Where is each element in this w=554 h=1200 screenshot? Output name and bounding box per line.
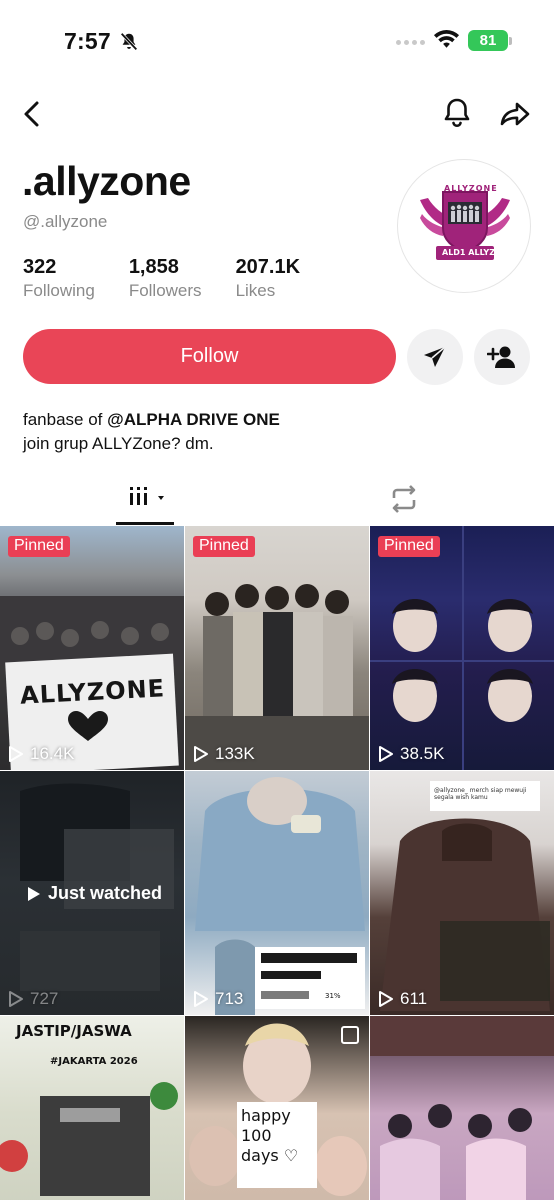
video-tile[interactable]: JASTIP/JASWA #JAKARTA 2026 <box>0 1016 184 1200</box>
video-thumbnail <box>185 584 369 770</box>
status-bar: 7:57 81 <box>0 0 554 84</box>
video-tile[interactable]: ALLYZONE Pinned 16.4K <box>0 526 184 770</box>
tab-active-indicator <box>116 522 174 525</box>
bell-icon[interactable] <box>442 96 472 130</box>
avatar-text-bottom: ALD1 ALLYZ <box>442 248 496 257</box>
play-icon <box>194 746 208 762</box>
follow-button[interactable]: Follow <box>23 329 396 384</box>
profile-username: .allyzone <box>22 158 191 204</box>
add-person-icon <box>487 346 515 368</box>
bell-off-icon <box>120 32 138 51</box>
bio-prefix: fanbase of <box>23 410 108 429</box>
stat-followers-value: 1,858 <box>128 256 179 278</box>
video-thumbnail <box>380 781 550 1011</box>
video-tile[interactable]: happy 100 days ♡ <box>185 1016 369 1200</box>
repost-icon[interactable] <box>388 484 420 514</box>
view-count-text: 611 <box>400 989 428 1008</box>
play-icon <box>9 991 23 1007</box>
play-icon <box>9 746 23 762</box>
grid-icon <box>130 487 164 505</box>
play-icon <box>379 991 393 1007</box>
just-watched-label: Just watched <box>26 883 162 904</box>
profile-bio: fanbase of @ALPHA DRIVE ONE join grup AL… <box>23 408 280 456</box>
back-icon[interactable] <box>18 98 46 130</box>
pinned-badge: Pinned <box>8 536 70 557</box>
profile-handle: @.allyzone <box>23 212 108 231</box>
thumbnail-caption: JASTIP/JASWA <box>16 1022 132 1040</box>
video-tile[interactable]: Pinned 133K <box>185 526 369 770</box>
video-thumbnail <box>195 777 365 1015</box>
play-filled-icon <box>28 886 40 901</box>
video-tile[interactable]: Pinned 38.5K <box>370 526 554 770</box>
video-grid: ALLYZONE Pinned 16.4K Pinned 133K Pinned <box>0 526 554 1200</box>
thumbnail-subcaption: #JAKARTA 2026 <box>50 1056 138 1067</box>
just-watched-text: Just watched <box>48 883 163 903</box>
poll-option-a: 69% <box>325 972 341 980</box>
avatar[interactable]: ALLYZONE ALD1 ALLYZ <box>397 159 531 293</box>
bio-line2: join grup ALLYZone? dm. <box>23 434 214 453</box>
view-count: 16.4K <box>8 744 74 764</box>
tab-videos[interactable] <box>116 470 172 526</box>
message-button[interactable] <box>407 329 463 385</box>
video-tile[interactable]: @allyzone_ merch siap mewuji segala wish… <box>370 771 554 1015</box>
poll-option-b: 31% <box>325 992 341 1000</box>
stat-followers[interactable]: 1,858 Followers <box>129 256 202 301</box>
view-count: 727 <box>8 989 58 1009</box>
view-count: 133K <box>193 744 255 764</box>
stat-likes-value: 207.1K <box>235 256 301 278</box>
stat-following-value: 322 <box>23 256 57 278</box>
share-icon[interactable] <box>498 98 532 130</box>
pinned-badge: Pinned <box>193 536 255 557</box>
view-count: 611 <box>378 989 427 1009</box>
battery-indicator: 81 <box>468 30 508 51</box>
avatar-logo <box>420 191 510 260</box>
stat-likes-label: Likes <box>235 281 276 300</box>
thumbnail-caption: happy 100 days ♡ <box>241 1106 299 1165</box>
video-tile[interactable]: Just watched 727 <box>0 771 184 1015</box>
avatar-text-top: ALLYZONE <box>444 184 498 193</box>
play-icon <box>194 991 208 1007</box>
multi-photo-icon <box>341 1026 359 1044</box>
wifi-icon <box>433 30 460 48</box>
video-thumbnail <box>0 1082 178 1196</box>
profile-tabs <box>0 470 554 526</box>
view-count-text: 713 <box>215 989 244 1008</box>
signal-icon <box>396 40 425 45</box>
battery-tip <box>509 37 512 45</box>
bio-mention[interactable]: @ALPHA DRIVE ONE <box>107 410 280 429</box>
status-time: 7:57 <box>64 28 111 54</box>
video-thumbnail <box>370 526 554 770</box>
view-count-text: 16.4K <box>30 744 75 763</box>
stat-likes[interactable]: 207.1K Likes <box>236 256 301 301</box>
add-friend-button[interactable] <box>474 329 530 385</box>
view-count: 38.5K <box>378 744 444 764</box>
stat-following-label: Following <box>23 281 95 300</box>
video-tile[interactable] <box>370 1016 554 1200</box>
play-icon <box>379 746 393 762</box>
send-icon <box>424 346 446 367</box>
video-thumbnail <box>0 596 184 770</box>
profile-stats: 322 Following 1,858 Followers 207.1K Lik… <box>23 256 334 301</box>
video-tile[interactable]: 69% 31% 713 <box>185 771 369 1015</box>
view-count: 713 <box>193 989 243 1009</box>
stat-following[interactable]: 322 Following <box>23 256 95 301</box>
view-count-text: 133K <box>215 744 255 763</box>
thumbnail-caption: @allyzone_ merch siap mewuji segala wish… <box>434 787 527 801</box>
video-thumbnail <box>370 1016 554 1200</box>
stat-followers-label: Followers <box>128 281 202 300</box>
view-count-text: 38.5K <box>400 744 445 763</box>
view-count-text: 727 <box>30 989 59 1008</box>
pinned-badge: Pinned <box>378 536 440 557</box>
